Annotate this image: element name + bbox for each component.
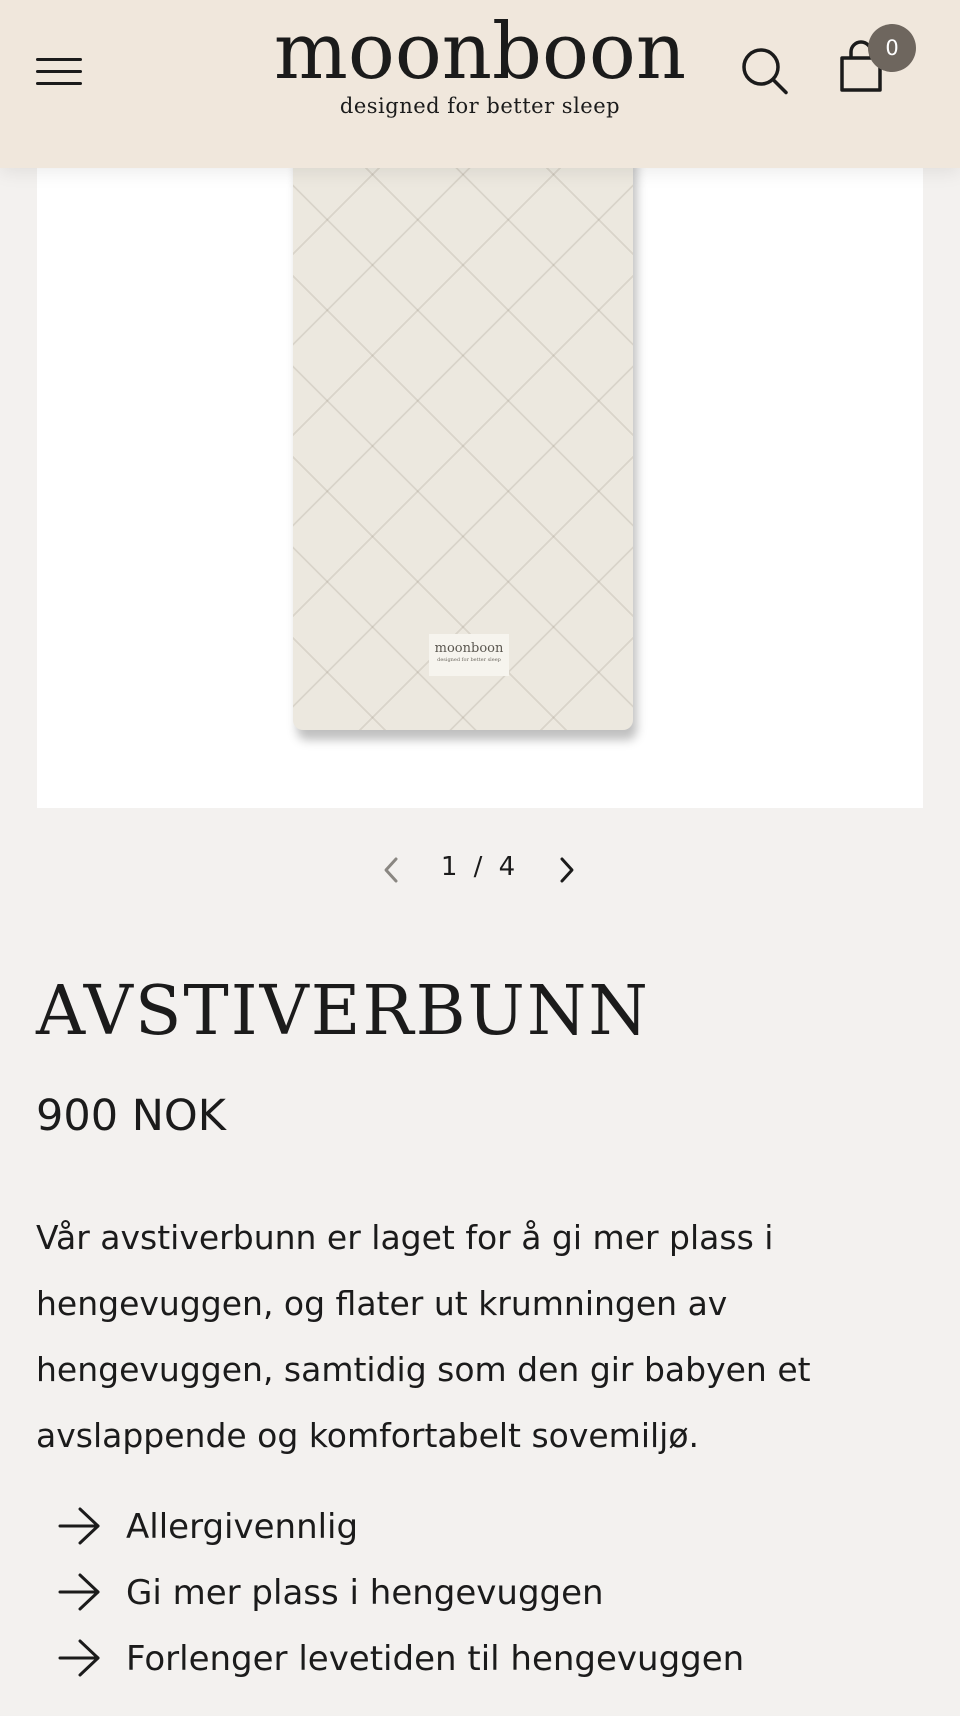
feature-label: Allergivennlig bbox=[126, 1507, 359, 1547]
image-pager: 1 / 4 bbox=[368, 848, 592, 892]
arrow-right-icon bbox=[58, 1639, 100, 1677]
chevron-right-icon[interactable] bbox=[554, 854, 580, 886]
feature-list: Allergivennlig Gi mer plass i hengevugge… bbox=[58, 1494, 744, 1692]
product-image[interactable]: moonboon designed for better sleep bbox=[37, 150, 923, 808]
arrow-right-icon bbox=[58, 1507, 100, 1545]
site-logo[interactable]: moonboon designed for better sleep bbox=[230, 10, 730, 118]
mattress-brand-label: moonboon designed for better sleep bbox=[429, 634, 509, 676]
product-description: Vår avstiverbunn er laget for å gi mer p… bbox=[36, 1218, 811, 1455]
product-price: 900 NOK bbox=[36, 1091, 226, 1141]
feature-item: Forlenger levetiden til hengevuggen bbox=[58, 1626, 744, 1692]
chevron-left-icon[interactable] bbox=[378, 854, 404, 886]
product-title: AVSTIVERBUNN bbox=[36, 972, 650, 1051]
search-icon[interactable] bbox=[740, 45, 790, 95]
feature-item: Gi mer plass i hengevuggen bbox=[58, 1560, 744, 1626]
mattress-label-logo: moonboon bbox=[434, 641, 504, 656]
site-header: moonboon designed for better sleep 0 bbox=[0, 0, 960, 168]
quilted-mattress-photo: moonboon designed for better sleep bbox=[293, 150, 633, 730]
feature-label: Forlenger levetiden til hengevuggen bbox=[126, 1639, 745, 1679]
mattress-label-tagline: designed for better sleep bbox=[437, 657, 501, 663]
pager-counter: 1 / 4 bbox=[440, 852, 520, 882]
feature-item: Allergivennlig bbox=[58, 1494, 744, 1560]
arrow-right-icon bbox=[58, 1573, 100, 1611]
feature-label: Gi mer plass i hengevuggen bbox=[126, 1573, 604, 1613]
logo-tagline: designed for better sleep bbox=[339, 94, 621, 118]
hamburger-menu-icon[interactable] bbox=[36, 55, 82, 89]
cart-count-badge[interactable]: 0 bbox=[868, 24, 916, 72]
logo-wordmark: moonboon bbox=[273, 7, 687, 97]
